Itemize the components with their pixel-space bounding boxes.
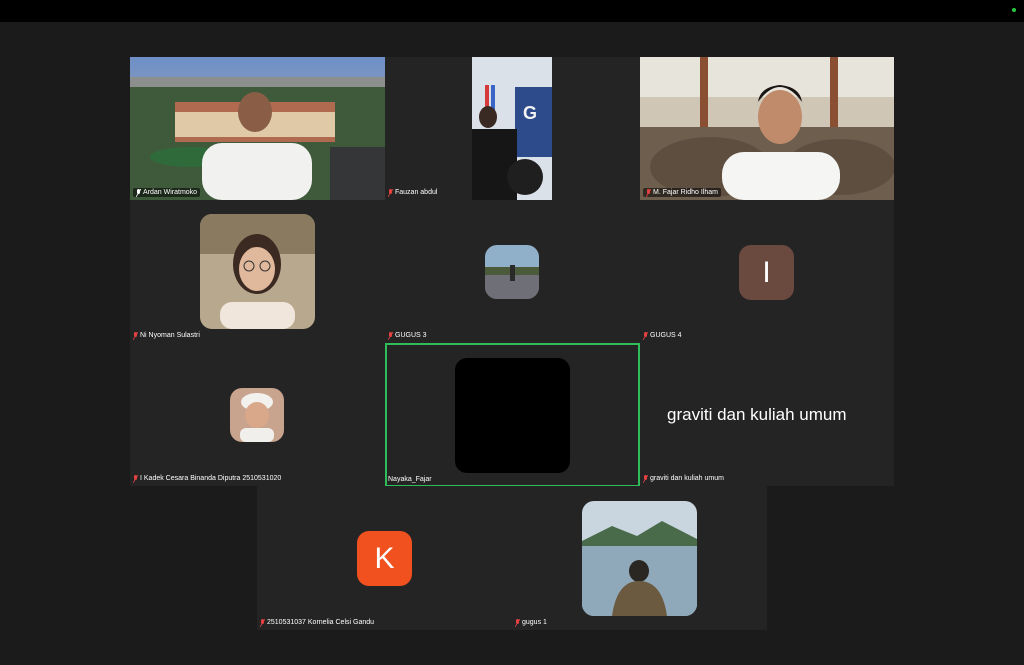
participant-name-label: M. Fajar Ridho Ilham bbox=[643, 188, 721, 197]
participant-name-label: Ni Nyoman Sulastri bbox=[133, 331, 200, 340]
participant-name-label: Fauzan abdul bbox=[388, 188, 437, 197]
mic-muted-icon bbox=[643, 331, 648, 340]
mic-muted-icon bbox=[515, 618, 520, 627]
avatar: I bbox=[739, 245, 794, 300]
participant-name-label: 2510531037 Kornelia Celsi Gandu bbox=[260, 618, 374, 627]
participant-display-name: graviti dan kuliah umum bbox=[667, 405, 847, 424]
mic-muted-icon bbox=[133, 474, 138, 483]
mic-muted-icon bbox=[133, 331, 138, 340]
participant-name-label: GUGUS 4 bbox=[643, 331, 682, 340]
mic-muted-icon bbox=[388, 331, 393, 340]
profile-picture bbox=[455, 358, 570, 473]
profile-picture bbox=[200, 214, 315, 329]
profile-picture bbox=[582, 501, 697, 616]
participant-tile-graviti[interactable]: graviti dan kuliah umum graviti dan kuli… bbox=[640, 343, 894, 486]
participant-tile-kadek[interactable]: I Kadek Cesara Binanda Diputra 251053102… bbox=[130, 343, 385, 486]
mic-muted-icon bbox=[646, 188, 651, 197]
participant-name-label: GUGUS 3 bbox=[388, 331, 427, 340]
avatar: K bbox=[357, 531, 412, 586]
mic-muted-icon bbox=[388, 188, 393, 197]
participant-tile-nayaka[interactable]: Nayaka_Fajar bbox=[385, 343, 640, 487]
participant-tile-gugus-4[interactable]: I GUGUS 4 bbox=[640, 200, 894, 343]
svg-text:G: G bbox=[523, 103, 537, 123]
profile-picture bbox=[230, 388, 284, 442]
mic-muted-icon bbox=[643, 474, 648, 483]
participant-name-label: graviti dan kuliah umum bbox=[643, 474, 724, 483]
participant-name-label: I Kadek Cesara Binanda Diputra 251053102… bbox=[133, 474, 281, 483]
mic-muted-icon bbox=[260, 618, 265, 627]
participant-video: G bbox=[385, 57, 640, 200]
participant-name-label: Nayaka_Fajar bbox=[388, 476, 432, 483]
mic-muted-icon bbox=[136, 188, 141, 197]
participant-video bbox=[640, 57, 894, 200]
status-indicator-icon bbox=[1012, 8, 1016, 12]
participant-tile-gugus-1[interactable]: gugus 1 bbox=[512, 486, 767, 630]
participant-tile-ni-nyoman[interactable]: Ni Nyoman Sulastri bbox=[130, 200, 385, 343]
top-bar bbox=[0, 0, 1024, 22]
participant-tile-fauzan[interactable]: G Fauzan abdul bbox=[385, 57, 640, 200]
participant-video bbox=[130, 57, 385, 200]
participant-tile-gugus-3[interactable]: GUGUS 3 bbox=[385, 200, 640, 343]
participant-name-label: gugus 1 bbox=[515, 618, 547, 627]
profile-picture bbox=[485, 245, 539, 299]
participant-tile-fajar-ridho[interactable]: M. Fajar Ridho Ilham bbox=[640, 57, 894, 200]
participant-tile-kornelia[interactable]: K 2510531037 Kornelia Celsi Gandu bbox=[257, 486, 512, 630]
participant-tile-ardan[interactable]: Ardan Wiratmoko bbox=[130, 57, 385, 200]
participant-name-label: Ardan Wiratmoko bbox=[133, 188, 201, 197]
